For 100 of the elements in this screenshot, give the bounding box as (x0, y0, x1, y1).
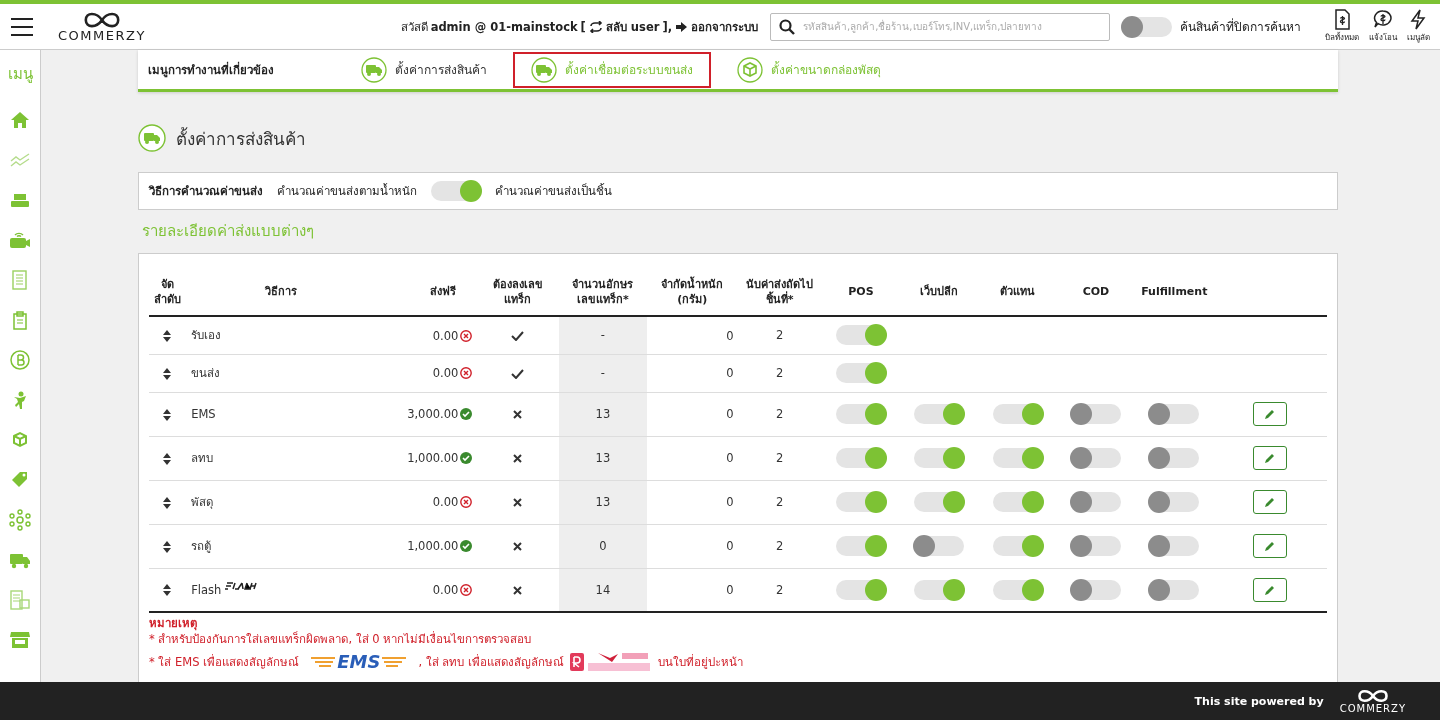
column-header: COD (1056, 268, 1136, 316)
column-header: เว็บปลีก (900, 268, 979, 316)
table-cell: 0 (726, 539, 734, 554)
table-cell: 2 (775, 582, 784, 597)
channel-toggle[interactable] (992, 579, 1043, 600)
shortcut-button[interactable]: แจ้งโอน (1369, 9, 1397, 44)
sort-icon[interactable] (163, 367, 172, 380)
channel-toggle[interactable] (1149, 404, 1200, 424)
home-icon[interactable] (9, 109, 31, 131)
channel-toggle[interactable] (1070, 492, 1121, 512)
sort-icon[interactable] (163, 584, 172, 597)
channel-toggle[interactable] (992, 404, 1043, 424)
table-cell: - (600, 366, 605, 380)
table-cell: Flash (191, 583, 222, 597)
sidebar-title: เมนู (7, 64, 33, 85)
truck-icon (361, 56, 387, 83)
table-cell: 1,000.00 (407, 539, 459, 554)
column-header: POS (821, 268, 901, 316)
sign-out-icon (675, 20, 688, 33)
toggle-label: ค้นสินค้าที่ปิดการค้นหา (1180, 17, 1301, 36)
sort-icon[interactable] (163, 329, 172, 342)
channel-toggle[interactable] (914, 492, 965, 512)
hidden-search-toggle[interactable] (1122, 16, 1172, 37)
channel-toggle[interactable] (1149, 536, 1200, 556)
edit-button[interactable] (1253, 490, 1288, 514)
stripes-icon (311, 656, 336, 668)
table-cell: 13 (595, 407, 611, 421)
channel-toggle[interactable] (835, 492, 886, 512)
edit-button[interactable] (1253, 534, 1288, 558)
logout-link[interactable]: ออกจากระบบ (675, 17, 758, 36)
table-cell: 0 (599, 539, 607, 553)
channel-toggle[interactable] (835, 404, 886, 424)
channel-toggle[interactable] (1149, 448, 1200, 468)
option-label: คำนวณค่าขนส่งตามน้ำหนัก (277, 182, 417, 200)
table-cell: 2 (775, 366, 784, 380)
network-icon[interactable] (9, 509, 31, 531)
box-icon (737, 56, 763, 83)
column-header: จัด ลำดับ (149, 268, 186, 316)
channel-toggle[interactable] (914, 404, 965, 424)
bracket-text: [ (580, 19, 586, 34)
column-header: นับค่าส่งถัดไป ชิ้นที่* (737, 268, 822, 316)
shortcut-button[interactable]: เมนูลัด (1407, 9, 1430, 44)
greeting-text: สวัสดี (400, 18, 428, 36)
sort-icon[interactable] (163, 496, 172, 509)
sort-icon[interactable] (163, 408, 172, 421)
channel-toggle[interactable] (1070, 448, 1121, 468)
channel-toggle[interactable] (835, 363, 886, 383)
channel-toggle[interactable] (914, 579, 965, 600)
channel-toggle[interactable] (835, 536, 886, 556)
store-icon[interactable] (9, 629, 31, 651)
channel-toggle[interactable] (1070, 536, 1121, 556)
table-cell: 2 (775, 495, 784, 509)
channel-toggle[interactable] (835, 448, 886, 468)
table-cell: 0 (726, 451, 734, 466)
table-cell: 2 (775, 407, 784, 421)
channel-toggle[interactable] (1149, 579, 1200, 600)
table-cell-text: ขนส่ง (191, 365, 221, 382)
infinity-icon (83, 10, 120, 29)
channel-toggle[interactable] (835, 325, 886, 346)
channel-toggle[interactable] (1149, 492, 1200, 512)
channel-toggle[interactable] (835, 579, 886, 600)
search-field[interactable]: รหัสสินค้า,ลูกค้า,ชื่อร้าน,เบอร์โทร,INV,แทร็ก,ปลายทาง (770, 12, 1110, 41)
brand-logo-icon (225, 582, 258, 590)
footer-logo: COMMERZY (1339, 688, 1406, 714)
user-name: admin @ 01-mainstock (430, 19, 578, 34)
channel-toggle[interactable] (1070, 579, 1121, 600)
table-cell: 1,000.00 (407, 451, 459, 466)
related-menu-link[interactable]: ตั้งค่าการส่งสินค้า (343, 51, 505, 88)
coin-icon[interactable] (9, 349, 31, 371)
table-cell: 3,000.00 (407, 407, 459, 422)
notes-title: หมายเหตุ (149, 615, 198, 631)
sort-icon[interactable] (163, 540, 172, 553)
edit-button[interactable] (1253, 446, 1288, 470)
switch-user-link[interactable]: สลับ user (588, 17, 660, 36)
menu-icon[interactable] (10, 16, 34, 37)
infinity-icon (1357, 688, 1388, 703)
pencil-icon (1264, 540, 1277, 552)
channel-toggle[interactable] (1070, 404, 1121, 424)
column-header: ต้องลงเลข แทร็ก (476, 268, 559, 316)
channel-toggle[interactable] (914, 536, 965, 556)
channel-toggle[interactable] (992, 492, 1043, 512)
channel-toggle[interactable] (992, 536, 1043, 556)
table-cell: 0 (726, 366, 734, 381)
shortcut-button[interactable]: บิลทั้งหมด (1325, 9, 1359, 44)
note-text: * ใส่ EMS เพื่อแสดงสัญลักษณ์ (149, 654, 300, 670)
page-title: ตั้งค่าการส่งสินค้า (176, 126, 306, 151)
table-cell-text: พัสดุ (191, 494, 214, 511)
store-document-icon[interactable] (9, 589, 31, 611)
channel-toggle[interactable] (914, 448, 965, 468)
pencil-icon (1264, 452, 1277, 464)
section-title: รายละเอียดค่าส่งแบบต่างๆ (142, 221, 315, 242)
logo[interactable]: COMMERZY (58, 10, 146, 43)
sort-icon[interactable] (163, 452, 172, 465)
table-cell-text: รับเอง (191, 327, 222, 345)
calc-method-switch[interactable] (431, 181, 481, 201)
channel-toggle[interactable] (992, 448, 1043, 468)
edit-button[interactable] (1253, 577, 1288, 602)
column-header: ตัวแทน (978, 268, 1057, 316)
edit-button[interactable] (1253, 402, 1288, 426)
field-label: วิธีการคำนวณค่าขนส่ง (149, 183, 263, 200)
